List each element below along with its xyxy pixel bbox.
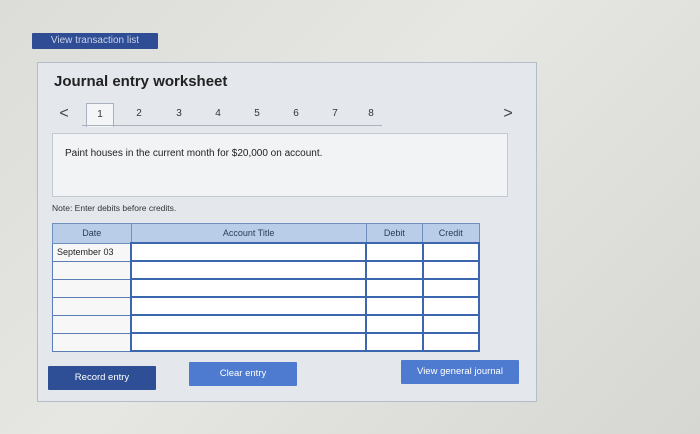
table-header-row: Date Account Title Debit Credit xyxy=(52,223,480,244)
tab-5[interactable]: 5 xyxy=(244,103,270,125)
credit-header: Credit xyxy=(422,223,480,244)
tab-2[interactable]: 2 xyxy=(126,103,152,125)
credit-input[interactable] xyxy=(421,296,481,316)
transaction-description-box: Paint houses in the current month for $2… xyxy=(52,133,508,197)
date-cell xyxy=(52,314,132,334)
account-title-input[interactable] xyxy=(130,296,368,316)
table-row xyxy=(52,260,481,280)
worksheet-title: Journal entry worksheet xyxy=(54,73,228,90)
debit-input[interactable] xyxy=(365,332,424,352)
transaction-tabs: 1 2 3 4 5 6 7 8 xyxy=(82,103,384,127)
tab-4[interactable]: 4 xyxy=(205,103,231,125)
journal-entry-table: Date Account Title Debit Credit Septembe… xyxy=(52,223,481,352)
credit-input[interactable] xyxy=(421,278,481,298)
chevron-left-icon[interactable]: < xyxy=(56,105,72,123)
account-title-input[interactable] xyxy=(130,278,368,298)
date-cell xyxy=(52,332,132,352)
date-cell[interactable]: September 03 xyxy=(52,242,132,262)
table-row xyxy=(52,314,481,334)
transaction-description: Paint houses in the current month for $2… xyxy=(65,148,323,159)
note-text: Note: Enter debits before credits. xyxy=(52,203,177,213)
credit-input[interactable] xyxy=(421,332,481,352)
date-cell xyxy=(52,296,132,316)
tab-7[interactable]: 7 xyxy=(322,103,348,125)
debit-input[interactable] xyxy=(365,296,424,316)
table-row: September 03 xyxy=(52,242,481,262)
debit-input[interactable] xyxy=(365,278,424,298)
table-row xyxy=(52,332,481,352)
table-row xyxy=(52,278,481,298)
clear-entry-button[interactable]: Clear entry xyxy=(189,362,297,386)
debit-header: Debit xyxy=(365,223,424,244)
table-row xyxy=(52,296,481,316)
account-title-header: Account Title xyxy=(130,223,367,244)
journal-entry-worksheet: Journal entry worksheet < > 1 2 3 4 5 6 … xyxy=(37,62,537,402)
account-title-input[interactable] xyxy=(130,332,368,352)
credit-input[interactable] xyxy=(421,242,481,262)
date-cell xyxy=(52,260,132,280)
credit-input[interactable] xyxy=(421,260,481,280)
account-title-input[interactable] xyxy=(130,242,368,262)
record-entry-button[interactable]: Record entry xyxy=(48,366,156,390)
tab-8[interactable]: 8 xyxy=(358,103,384,125)
credit-input[interactable] xyxy=(421,314,481,334)
view-general-journal-button[interactable]: View general journal xyxy=(401,360,519,384)
view-transaction-list-button[interactable]: View transaction list xyxy=(32,33,158,49)
tab-6[interactable]: 6 xyxy=(283,103,309,125)
date-header: Date xyxy=(52,223,132,244)
chevron-right-icon[interactable]: > xyxy=(500,105,516,123)
debit-input[interactable] xyxy=(365,260,424,280)
account-title-input[interactable] xyxy=(130,314,368,334)
tab-divider xyxy=(82,125,382,126)
tab-3[interactable]: 3 xyxy=(166,103,192,125)
tab-1[interactable]: 1 xyxy=(86,103,114,127)
debit-input[interactable] xyxy=(365,242,424,262)
account-title-input[interactable] xyxy=(130,260,368,280)
date-cell xyxy=(52,278,132,298)
debit-input[interactable] xyxy=(365,314,424,334)
